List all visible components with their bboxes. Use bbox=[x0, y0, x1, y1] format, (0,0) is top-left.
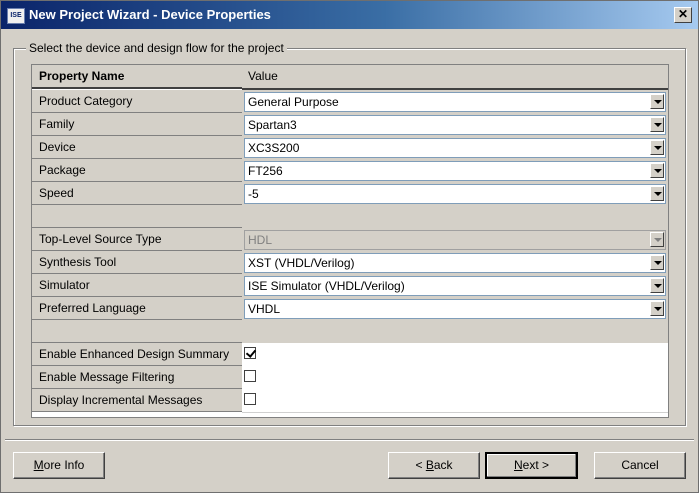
next-button[interactable]: Next > bbox=[485, 452, 578, 479]
property-value-cell: HDL bbox=[242, 228, 668, 251]
property-name: Device bbox=[32, 136, 248, 159]
title-bar[interactable]: ISE New Project Wizard - Device Properti… bbox=[1, 1, 698, 29]
enable-message-filtering-checkbox[interactable] bbox=[244, 370, 256, 382]
grid-header-row: Property Name Value bbox=[32, 65, 668, 90]
property-name: Top-Level Source Type bbox=[32, 228, 248, 251]
device-dropdown[interactable]: XC3S200 bbox=[244, 138, 666, 158]
property-name bbox=[32, 205, 248, 228]
property-row-display-incremental-messages: Display Incremental Messages bbox=[32, 389, 668, 413]
property-name: Preferred Language bbox=[32, 297, 248, 320]
synthesis-tool-dropdown[interactable]: XST (VHDL/Verilog) bbox=[244, 253, 666, 273]
property-name: Display Incremental Messages bbox=[32, 389, 248, 412]
cancel-button[interactable]: Cancel bbox=[594, 452, 686, 479]
dropdown-value: XC3S200 bbox=[248, 141, 300, 155]
property-name: Product Category bbox=[32, 90, 248, 113]
property-row-blank-10 bbox=[32, 320, 668, 343]
property-value-cell bbox=[242, 366, 668, 390]
chevron-down-icon[interactable] bbox=[650, 301, 664, 316]
property-row-synthesis-tool: Synthesis Tool XST (VHDL/Verilog) bbox=[32, 251, 668, 274]
preferred-language-dropdown[interactable]: VHDL bbox=[244, 299, 666, 319]
property-row-top-level-source-type: Top-Level Source Type HDL bbox=[32, 228, 668, 251]
speed-dropdown[interactable]: -5 bbox=[244, 184, 666, 204]
property-name: Family bbox=[32, 113, 248, 136]
property-row-enable-message-filtering: Enable Message Filtering bbox=[32, 366, 668, 390]
property-name: Synthesis Tool bbox=[32, 251, 248, 274]
chevron-down-icon bbox=[650, 232, 664, 247]
wizard-window: ISE New Project Wizard - Device Properti… bbox=[0, 0, 699, 493]
simulator-dropdown[interactable]: ISE Simulator (VHDL/Verilog) bbox=[244, 276, 666, 296]
property-value-cell bbox=[242, 343, 668, 367]
chevron-down-icon[interactable] bbox=[650, 140, 664, 155]
property-row-speed: Speed -5 bbox=[32, 182, 668, 205]
header-property-name: Property Name bbox=[32, 65, 248, 89]
property-value-cell: XST (VHDL/Verilog) bbox=[242, 251, 668, 274]
property-name: Package bbox=[32, 159, 248, 182]
button-separator bbox=[5, 439, 694, 441]
package-dropdown[interactable]: FT256 bbox=[244, 161, 666, 181]
dropdown-value: FT256 bbox=[248, 164, 283, 178]
property-value-cell bbox=[242, 205, 668, 228]
property-row-enable-enhanced-design-summary: Enable Enhanced Design Summary bbox=[32, 343, 668, 367]
groupbox-label: Select the device and design flow for th… bbox=[26, 41, 287, 55]
more-info-button[interactable]: More Info bbox=[13, 452, 105, 479]
property-row-preferred-language: Preferred Language VHDL bbox=[32, 297, 668, 320]
chevron-down-icon[interactable] bbox=[650, 94, 664, 109]
dropdown-value: XST (VHDL/Verilog) bbox=[248, 256, 355, 270]
property-value-cell: XC3S200 bbox=[242, 136, 668, 159]
property-name: Enable Enhanced Design Summary bbox=[32, 343, 248, 366]
property-grid: Property Name Value Product Category Gene… bbox=[31, 64, 669, 418]
property-value-cell: ISE Simulator (VHDL/Verilog) bbox=[242, 274, 668, 297]
ise-app-icon: ISE bbox=[7, 8, 25, 24]
property-value-cell bbox=[242, 320, 668, 343]
chevron-down-icon[interactable] bbox=[650, 278, 664, 293]
property-row-blank-5 bbox=[32, 205, 668, 228]
family-dropdown[interactable]: Spartan3 bbox=[244, 115, 666, 135]
chevron-down-icon[interactable] bbox=[650, 255, 664, 270]
display-incremental-messages-checkbox[interactable] bbox=[244, 393, 256, 405]
chevron-down-icon[interactable] bbox=[650, 117, 664, 132]
dropdown-value: General Purpose bbox=[248, 95, 339, 109]
property-row-package: Package FT256 bbox=[32, 159, 668, 182]
property-name bbox=[32, 320, 248, 343]
dropdown-value: -5 bbox=[248, 187, 259, 201]
property-value-cell: -5 bbox=[242, 182, 668, 205]
dropdown-value: Spartan3 bbox=[248, 118, 297, 132]
property-name: Enable Message Filtering bbox=[32, 366, 248, 389]
property-row-family: Family Spartan3 bbox=[32, 113, 668, 136]
property-value-cell: VHDL bbox=[242, 297, 668, 320]
top-level-source-type-dropdown: HDL bbox=[244, 230, 666, 250]
chevron-down-icon[interactable] bbox=[650, 163, 664, 178]
dropdown-value: VHDL bbox=[248, 302, 281, 316]
property-row-product-category: Product Category General Purpose bbox=[32, 90, 668, 113]
dropdown-value: HDL bbox=[248, 233, 273, 247]
property-row-device: Device XC3S200 bbox=[32, 136, 668, 159]
property-name: Speed bbox=[32, 182, 248, 205]
header-value: Value bbox=[242, 65, 668, 90]
dropdown-value: ISE Simulator (VHDL/Verilog) bbox=[248, 279, 405, 293]
property-value-cell: General Purpose bbox=[242, 90, 668, 113]
property-value-cell bbox=[242, 389, 668, 413]
property-value-cell: Spartan3 bbox=[242, 113, 668, 136]
product-category-dropdown[interactable]: General Purpose bbox=[244, 92, 666, 112]
property-row-simulator: Simulator ISE Simulator (VHDL/Verilog) bbox=[32, 274, 668, 297]
close-button[interactable]: ✕ bbox=[674, 7, 692, 23]
property-value-cell: FT256 bbox=[242, 159, 668, 182]
back-button[interactable]: < Back bbox=[388, 452, 480, 479]
window-title: New Project Wizard - Device Properties bbox=[29, 7, 271, 22]
property-name: Simulator bbox=[32, 274, 248, 297]
chevron-down-icon[interactable] bbox=[650, 186, 664, 201]
enable-enhanced-design-summary-checkbox[interactable] bbox=[244, 347, 256, 359]
